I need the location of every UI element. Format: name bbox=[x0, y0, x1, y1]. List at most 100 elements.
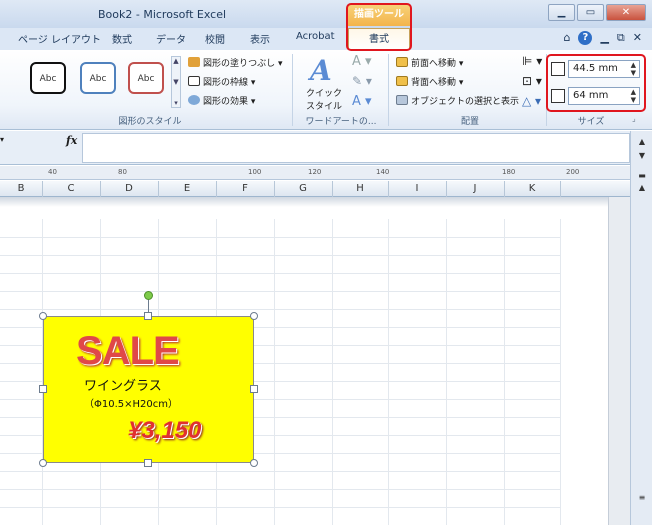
bring-forward-label: 前面へ移動 bbox=[411, 59, 457, 69]
send-backward-icon bbox=[396, 76, 408, 86]
ruler-label: 200 bbox=[566, 168, 580, 176]
tab-formulas[interactable]: 数式 bbox=[112, 31, 132, 46]
close-button[interactable]: ✕ bbox=[606, 4, 646, 21]
shape-fill-label: 図形の塗りつぶし bbox=[203, 59, 276, 69]
window-title: Book2 - Microsoft Excel bbox=[98, 8, 227, 21]
minimize-workbook-icon[interactable]: ▁ bbox=[600, 31, 608, 45]
vertical-scrollbar[interactable]: ▲ ▼ ▬ ▲ ≡ bbox=[630, 131, 652, 525]
formula-expand-icon[interactable]: ▲ bbox=[635, 135, 649, 149]
text-fill-icon[interactable]: A ▾ bbox=[352, 54, 372, 69]
text-effects-icon[interactable]: A ▾ bbox=[352, 94, 372, 109]
tab-data[interactable]: データ bbox=[156, 31, 186, 46]
resize-handle-bottom[interactable] bbox=[144, 459, 152, 467]
column-header[interactable]: G bbox=[274, 183, 332, 194]
formula-collapse-icon[interactable]: ▼ bbox=[635, 149, 649, 163]
column-header[interactable]: K bbox=[504, 183, 560, 194]
scroll-up-icon[interactable]: ▲ bbox=[635, 181, 649, 195]
group-separator bbox=[292, 54, 293, 126]
shape-effects-button[interactable]: 図形の効果 ▾ bbox=[188, 94, 255, 107]
name-box-dropdown-icon[interactable]: ▾ bbox=[0, 135, 12, 152]
selection-pane-button[interactable]: オブジェクトの選択と表示 bbox=[396, 94, 519, 107]
formula-input[interactable] bbox=[82, 133, 630, 163]
ruler-label: 100 bbox=[248, 168, 262, 176]
ribbon-tab-row: ページ レイアウト 数式 データ 校閲 表示 Acrobat 書式 ⌂ ? ▁ … bbox=[0, 28, 652, 50]
paint-bucket-icon bbox=[188, 57, 200, 67]
ribbon-right-icons: ⌂ ? ▁ ⧉ ✕ bbox=[563, 31, 642, 45]
send-backward-label: 背面へ移動 bbox=[411, 78, 457, 88]
text-outline-icon[interactable]: ✎ ▾ bbox=[352, 74, 372, 88]
scroll-thumb-grip-icon[interactable]: ≡ bbox=[635, 491, 649, 505]
help-icon[interactable]: ? bbox=[578, 31, 593, 45]
product-name: ワイングラス bbox=[84, 379, 162, 394]
sale-heading: SALE bbox=[76, 329, 180, 373]
resize-handle-top[interactable] bbox=[144, 312, 152, 320]
page-right-margin bbox=[608, 197, 630, 525]
column-header[interactable]: E bbox=[158, 183, 216, 194]
resize-handle-right[interactable] bbox=[250, 385, 258, 393]
style-gallery-scroll[interactable]: ▲ ▼ ▾ bbox=[171, 56, 181, 108]
wordart-quick-style-icon[interactable]: A bbox=[310, 54, 332, 87]
rotate-icon[interactable]: △ ▾ bbox=[522, 94, 541, 108]
shape-style-black[interactable]: Abc bbox=[30, 62, 66, 94]
column-header[interactable]: J bbox=[446, 183, 504, 194]
group-separator bbox=[388, 54, 389, 126]
column-header[interactable]: B bbox=[0, 183, 42, 194]
shape-outline-label: 図形の枠線 bbox=[203, 78, 249, 88]
column-header[interactable]: C bbox=[42, 183, 100, 194]
minimize-button[interactable]: ▁ bbox=[548, 4, 575, 21]
column-header[interactable]: I bbox=[388, 183, 446, 194]
size-group-label: サイズ bbox=[577, 117, 605, 127]
shape-outline-button[interactable]: 図形の枠線 ▾ bbox=[188, 75, 255, 88]
bring-forward-icon bbox=[396, 57, 408, 67]
quick-style-button[interactable]: クイック スタイル bbox=[306, 86, 342, 112]
tab-page-layout[interactable]: ページ レイアウト bbox=[18, 31, 101, 46]
bring-forward-button[interactable]: 前面へ移動 ▾ bbox=[396, 56, 463, 69]
resize-handle-top-right[interactable] bbox=[250, 312, 258, 320]
selection-pane-icon bbox=[396, 95, 408, 105]
tab-view[interactable]: 表示 bbox=[250, 31, 270, 46]
align-icon[interactable]: ⊫ ▾ bbox=[522, 54, 542, 68]
shape-style-blue[interactable]: Abc bbox=[80, 62, 116, 94]
effects-icon bbox=[188, 95, 200, 105]
pen-icon bbox=[188, 76, 200, 86]
quick-style-label-1: クイック bbox=[306, 89, 343, 99]
rotation-handle[interactable] bbox=[144, 291, 153, 300]
ruler-label: 120 bbox=[308, 168, 322, 176]
tab-acrobat[interactable]: Acrobat bbox=[296, 31, 335, 42]
column-header[interactable]: D bbox=[100, 183, 158, 194]
size-dialog-launcher-icon[interactable]: ⌟ bbox=[632, 114, 636, 123]
shape-styles-group-label: 図形のスタイル bbox=[118, 117, 182, 127]
selection-pane-label: オブジェクトの選択と表示 bbox=[411, 97, 520, 107]
group-icon[interactable]: ⊡ ▾ bbox=[522, 74, 542, 88]
ruler-label: 40 bbox=[48, 168, 57, 176]
page-top-margin bbox=[0, 197, 610, 207]
collapse-ribbon-icon[interactable]: ⌂ bbox=[563, 31, 570, 45]
sale-shape[interactable]: SALE ワイングラス （Φ10.5×H20cm） ¥3,150 bbox=[43, 316, 254, 463]
send-backward-button[interactable]: 背面へ移動 ▾ bbox=[396, 75, 463, 88]
resize-handle-top-left[interactable] bbox=[39, 312, 47, 320]
wordart-group-label: ワードアートの... bbox=[305, 117, 377, 127]
gallery-more-icon[interactable]: ▾ bbox=[174, 99, 178, 107]
restore-button[interactable]: ▭ bbox=[577, 4, 604, 21]
arrange-group-label: 配置 bbox=[460, 117, 479, 127]
resize-handle-left[interactable] bbox=[39, 385, 47, 393]
insert-function-icon[interactable]: fx bbox=[66, 134, 77, 147]
shape-fill-button[interactable]: 図形の塗りつぶし ▾ bbox=[188, 56, 282, 69]
product-price: ¥3,150 bbox=[128, 417, 202, 444]
gallery-down-icon[interactable]: ▼ bbox=[173, 78, 178, 86]
ruler-label: 140 bbox=[376, 168, 390, 176]
shape-style-red[interactable]: Abc bbox=[128, 62, 164, 94]
shape-effects-label: 図形の効果 bbox=[203, 97, 249, 107]
restore-workbook-icon[interactable]: ⧉ bbox=[617, 31, 625, 45]
gallery-up-icon[interactable]: ▲ bbox=[173, 57, 178, 65]
size-group-highlight bbox=[546, 54, 646, 112]
resize-handle-bottom-right[interactable] bbox=[250, 459, 258, 467]
column-header[interactable]: F bbox=[216, 183, 274, 194]
tab-review[interactable]: 校閲 bbox=[205, 31, 225, 46]
resize-handle-bottom-left[interactable] bbox=[39, 459, 47, 467]
title-bar: Book2 - Microsoft Excel 描画ツール ▁ ▭ ✕ bbox=[0, 0, 652, 28]
close-workbook-icon[interactable]: ✕ bbox=[633, 31, 642, 45]
column-header[interactable]: H bbox=[332, 183, 388, 194]
formula-bar: ▾ fx bbox=[0, 131, 652, 165]
horizontal-ruler: 40 80 100 120 140 180 200 bbox=[0, 166, 630, 180]
